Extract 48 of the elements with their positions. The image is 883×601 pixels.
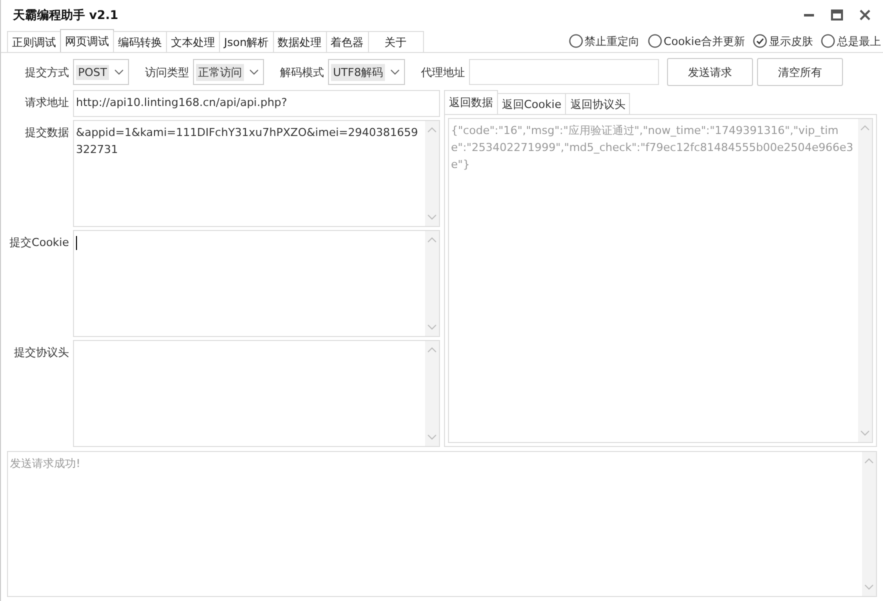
tab[interactable]: 编码转换 (113, 31, 167, 52)
radio-button[interactable] (568, 34, 583, 48)
scroll-down-icon[interactable] (427, 324, 437, 330)
close-icon[interactable] (859, 9, 871, 21)
text-area[interactable] (73, 340, 440, 447)
scroll-up-icon[interactable] (427, 237, 437, 243)
dropdown[interactable]: UTF8解码 (328, 59, 406, 85)
chevron-down-icon (390, 69, 400, 75)
radio-button[interactable] (753, 34, 767, 48)
field-label: 代理地址 (421, 64, 466, 80)
text-area[interactable] (73, 230, 440, 337)
scroll-up-icon[interactable] (427, 127, 437, 133)
field-label: 提交数据 (24, 125, 70, 141)
tab[interactable]: 正则调试 (7, 31, 61, 52)
scroll-down-icon[interactable] (860, 430, 870, 436)
scroll-up-icon[interactable] (860, 125, 870, 131)
option-label: 禁止重定向 (584, 34, 640, 48)
chevron-down-icon (249, 69, 259, 75)
field-label: 提交协议头 (13, 345, 70, 361)
option-label: Cookie合并更新 (664, 34, 745, 48)
proxy-field[interactable] (469, 59, 660, 85)
radio-button[interactable] (821, 34, 835, 48)
chevron-down-icon (114, 69, 124, 75)
action-button[interactable]: 清空所有 (757, 58, 844, 86)
scroll-down-icon[interactable] (427, 434, 437, 440)
scroll-up-icon[interactable] (864, 458, 874, 464)
text-area[interactable]: &appid=1&kami=111DIFchY31xu7hPXZO&imei=2940381659322731 (73, 120, 440, 227)
field-label: 请求地址 (24, 95, 70, 111)
window-title: 天霸编程助手 v2.1 (13, 6, 118, 24)
action-button[interactable]: 发送请求 (667, 58, 754, 86)
option-label: 总是最上 (837, 34, 881, 48)
field-label: 解码模式 (280, 64, 324, 80)
scroll-up-icon[interactable] (427, 347, 437, 353)
maximize-icon[interactable] (831, 9, 843, 21)
dropdown[interactable]: POST (73, 59, 129, 85)
tab[interactable]: 关于 (368, 31, 424, 52)
field-label: 访问类型 (145, 64, 189, 80)
radio-button[interactable] (648, 34, 662, 48)
field-label: 提交方式 (25, 64, 69, 80)
scroll-down-icon[interactable] (427, 214, 437, 220)
url-field[interactable]: http://api10.linting168.cn/api/api.php? (73, 90, 440, 117)
tab[interactable]: 网页调试 (60, 29, 114, 52)
option-label: 显示皮肤 (769, 34, 813, 48)
tab[interactable]: 返回协议头 (565, 93, 630, 114)
scroll-down-icon[interactable] (864, 584, 874, 590)
field-label: 提交Cookie (8, 235, 70, 251)
dropdown[interactable]: 正常访问 (193, 59, 264, 85)
tab[interactable]: 返回数据 (444, 90, 498, 114)
